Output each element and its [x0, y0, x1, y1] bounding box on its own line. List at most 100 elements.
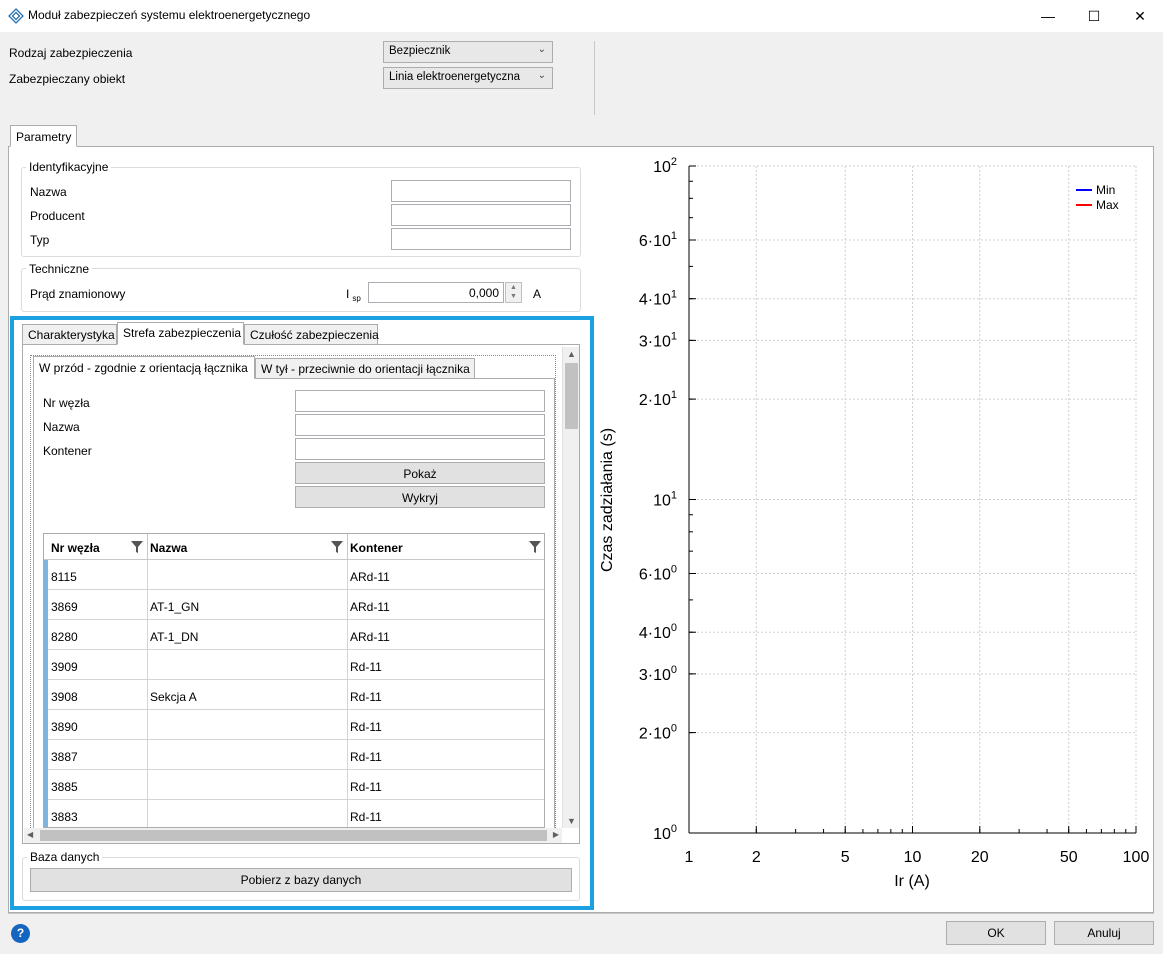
y-tick-label: 101	[653, 490, 677, 510]
rated-current-input[interactable]: 0,000	[368, 282, 504, 303]
table-cell: 8115	[49, 560, 148, 590]
y-tick-label: 100	[653, 823, 677, 843]
type-field[interactable]	[391, 228, 571, 250]
vertical-scrollbar[interactable]: ▲ ▼	[562, 347, 579, 828]
chevron-down-icon: ⌄	[537, 70, 546, 81]
y-tick-label: 3·101	[639, 330, 677, 350]
table-cell: Rd-11	[348, 770, 544, 800]
database-title: Baza danych	[27, 850, 103, 864]
cancel-button[interactable]: Anuluj	[1054, 921, 1154, 945]
table-cell: Rd-11	[348, 740, 544, 770]
help-icon[interactable]: ?	[11, 924, 30, 943]
y-tick-label: 4·100	[639, 622, 677, 642]
container-label: Kontener	[43, 444, 92, 458]
stepper-down-icon[interactable]: ▼	[510, 293, 517, 300]
table-cell: 8280	[49, 620, 148, 650]
y-tick-label: 2·101	[639, 389, 677, 409]
table-cell: Rd-11	[348, 710, 544, 740]
table-row[interactable]: 3890 Rd-11	[48, 710, 544, 740]
column-header[interactable]: Kontener	[348, 534, 544, 560]
y-tick-label: 4·101	[639, 289, 677, 309]
table-cell: Rd-11	[348, 800, 544, 827]
detect-button[interactable]: Wykryj	[295, 486, 545, 508]
tab-parameters[interactable]: Parametry	[10, 125, 77, 147]
filter-icon[interactable]	[529, 541, 541, 553]
tab-backward[interactable]: W tył - przeciwnie do orientacji łącznik…	[255, 358, 475, 379]
table-cell: AT-1_DN	[148, 620, 348, 650]
maximize-button[interactable]: ☐	[1071, 0, 1117, 32]
table-row[interactable]: 3887 Rd-11	[48, 740, 544, 770]
protected-object-select[interactable]: Linia elektroenergetyczna ⌄	[383, 67, 553, 89]
y-tick-label: 2·100	[639, 723, 677, 743]
y-tick-label: 102	[653, 156, 677, 176]
container-field[interactable]	[295, 438, 545, 460]
chevron-down-icon: ⌄	[537, 44, 546, 55]
table-cell: 3909	[49, 650, 148, 680]
window-title: Moduł zabezpieczeń systemu elektroenerge…	[28, 8, 311, 22]
table-row[interactable]: 3885 Rd-11	[48, 770, 544, 800]
minimize-button[interactable]: —	[1025, 0, 1071, 32]
table-row[interactable]: 3869 AT-1_GN ARd-11	[48, 590, 544, 620]
show-button[interactable]: Pokaż	[295, 462, 545, 484]
fetch-from-database-button[interactable]: Pobierz z bazy danych	[30, 868, 572, 892]
table-cell: ARd-11	[348, 620, 544, 650]
protected-object-value: Linia elektroenergetyczna	[389, 71, 521, 83]
close-button[interactable]: ✕	[1117, 0, 1163, 32]
tab-zone[interactable]: Strefa zabezpieczenia	[117, 322, 244, 345]
table-row[interactable]: 3909 Rd-11	[48, 650, 544, 680]
tab-characteristic[interactable]: Charakterystyka	[22, 324, 117, 345]
identification-title: Identyfikacyjne	[26, 160, 112, 174]
protection-type-select[interactable]: Bezpiecznik ⌄	[383, 41, 553, 63]
type-label: Typ	[30, 233, 50, 247]
name-field[interactable]	[391, 180, 571, 202]
search-name-label: Nazwa	[43, 420, 80, 434]
results-grid: Nr węzła Nazwa Kontener 8115 ARd-11 3869 AT-1…	[43, 533, 545, 828]
filter-icon[interactable]	[131, 541, 143, 553]
node-number-label: Nr węzła	[43, 396, 90, 410]
table-row[interactable]: 8115 ARd-11	[48, 560, 544, 590]
table-cell: Sekcja A	[148, 680, 348, 710]
table-cell: 3890	[49, 710, 148, 740]
rated-current-stepper[interactable]: ▲ ▼	[505, 282, 522, 303]
tab-sensitivity[interactable]: Czułość zabezpieczenia	[244, 324, 379, 345]
app-icon	[8, 8, 24, 24]
unit-label: A	[533, 287, 542, 301]
y-tick-label: 6·100	[639, 563, 677, 583]
protection-type-value: Bezpiecznik	[389, 45, 451, 57]
tab-forward[interactable]: W przód - zgodnie z orientacją łącznika	[33, 356, 255, 379]
table-row[interactable]: 8280 AT-1_DN ARd-11	[48, 620, 544, 650]
table-row[interactable]: 3883 Rd-11	[48, 800, 544, 827]
table-row[interactable]: 3908 Sekcja A Rd-11	[48, 680, 544, 710]
column-header-label: Nazwa	[150, 541, 188, 555]
scroll-down-icon[interactable]: ▼	[567, 816, 576, 826]
x-tick-label: 2	[752, 849, 761, 866]
x-tick-label: 1	[685, 849, 694, 866]
table-cell	[148, 770, 348, 800]
node-number-field[interactable]	[295, 390, 545, 412]
footer-separator	[8, 913, 1154, 914]
x-tick-label: 50	[1060, 849, 1078, 866]
horizontal-scrollbar[interactable]: ◀ ▶	[24, 828, 562, 843]
ok-button[interactable]: OK	[946, 921, 1046, 945]
column-header-label: Kontener	[350, 541, 403, 555]
table-cell	[148, 710, 348, 740]
tripping-chart: 1 2 5 10 20 50 100 100 2·100 3·100 4·100 6·100 101 2…	[599, 156, 1149, 890]
search-name-field[interactable]	[295, 414, 545, 436]
table-cell: 3908	[49, 680, 148, 710]
column-header[interactable]: Nr węzła	[49, 534, 148, 560]
isp-symbol: Isp	[346, 287, 361, 304]
stepper-up-icon[interactable]: ▲	[510, 284, 517, 291]
filter-icon[interactable]	[331, 541, 343, 553]
x-axis-label: Ir (A)	[894, 873, 930, 890]
scroll-up-icon[interactable]: ▲	[567, 349, 576, 359]
column-header[interactable]: Nazwa	[148, 534, 348, 560]
protection-type-label: Rodzaj zabezpieczenia	[9, 46, 133, 60]
legend-label: Min	[1096, 183, 1115, 197]
scroll-thumb[interactable]	[565, 363, 578, 429]
scroll-right-icon[interactable]: ▶	[553, 830, 559, 839]
producer-field[interactable]	[391, 204, 571, 226]
scroll-left-icon[interactable]: ◀	[27, 830, 33, 839]
rated-current-label: Prąd znamionowy	[30, 287, 126, 301]
h-scroll-thumb[interactable]	[40, 830, 547, 841]
table-cell	[148, 560, 348, 590]
